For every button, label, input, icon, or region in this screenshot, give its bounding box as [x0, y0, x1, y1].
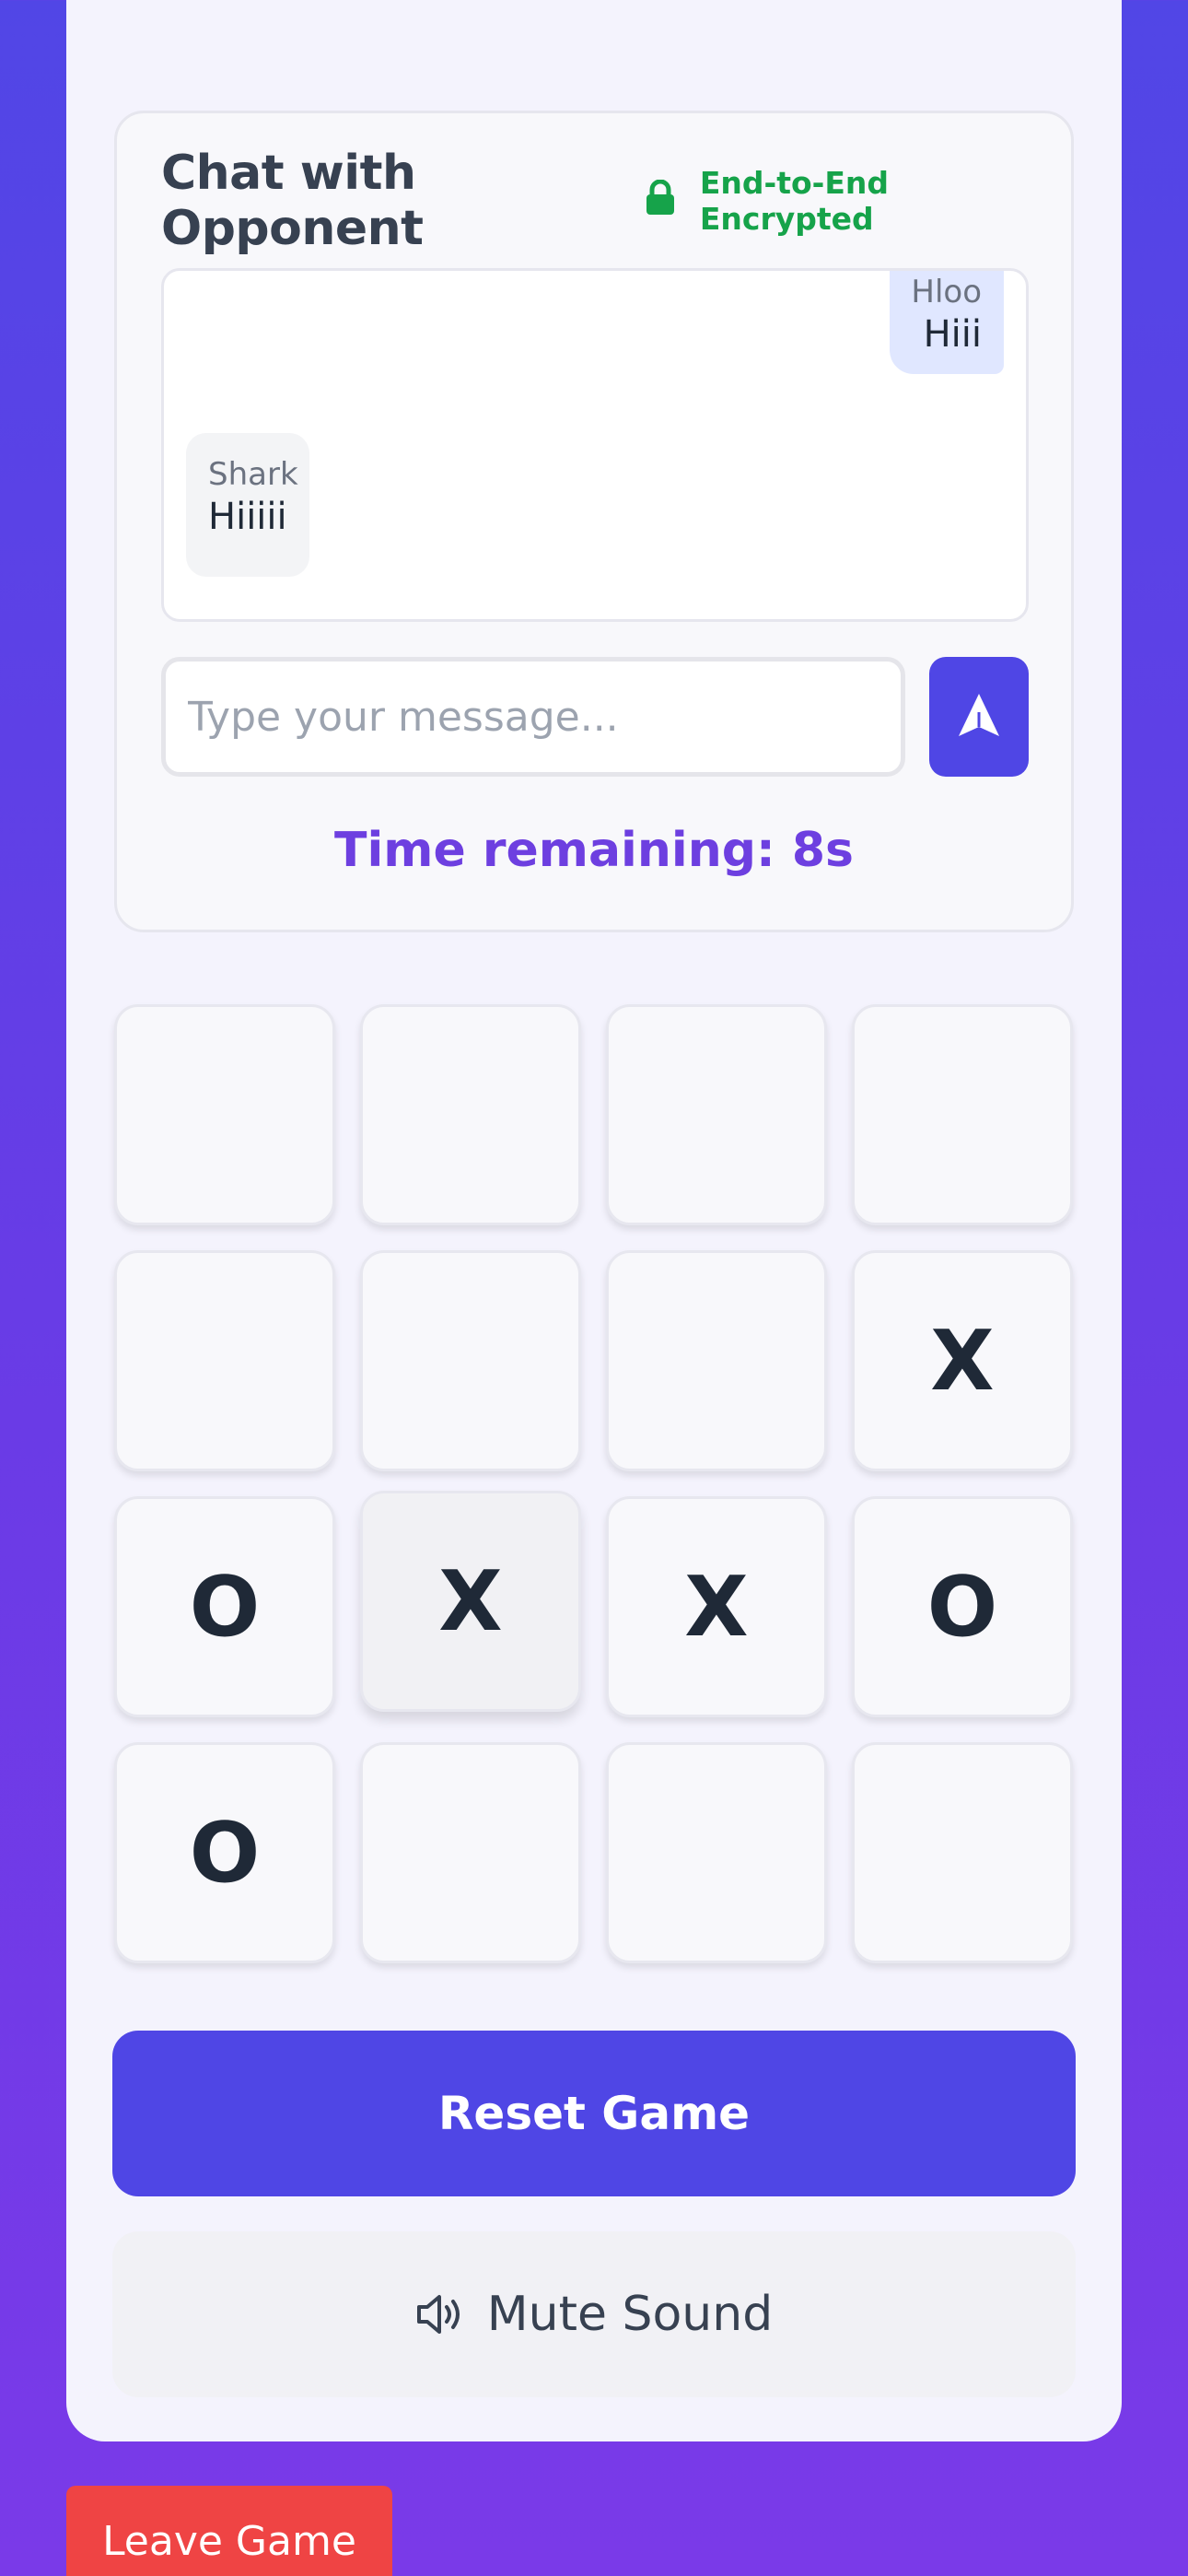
speaker-icon [415, 2293, 465, 2336]
board-cell[interactable]: X [606, 1496, 827, 1717]
chat-panel: Chat with Opponent End-to-End Encrypted … [114, 111, 1074, 932]
leave-game-button[interactable]: Leave Game [66, 2486, 392, 2576]
board-cell[interactable]: X [852, 1250, 1073, 1471]
message-list[interactable]: Hloo Hiii Shark Hiiiii [161, 268, 1029, 622]
board-cell[interactable] [114, 1250, 335, 1471]
lock-icon [645, 180, 676, 217]
mute-sound-button[interactable]: Mute Sound [112, 2231, 1076, 2397]
message-username: Shark [208, 456, 298, 493]
board-cell[interactable] [606, 1742, 827, 1963]
board-cell[interactable]: O [114, 1742, 335, 1963]
message-input[interactable] [161, 657, 905, 777]
message-bubble-opponent: Shark Hiiiii [186, 433, 309, 577]
board-cell[interactable] [360, 1742, 581, 1963]
chat-header: Chat with Opponent End-to-End Encrypted [161, 146, 1027, 256]
board-cell[interactable]: O [852, 1496, 1073, 1717]
mute-sound-label: Mute Sound [486, 2287, 774, 2342]
encryption-label: End-to-End Encrypted [699, 165, 890, 237]
game-board: X O X X O O [114, 1004, 1076, 1966]
board-cell[interactable] [360, 1004, 581, 1225]
message-input-row [161, 657, 1029, 777]
message-text: Hiii [923, 313, 982, 357]
board-cell[interactable] [360, 1250, 581, 1471]
send-button[interactable] [929, 657, 1029, 777]
turn-timer: Time remaining: 8s [334, 823, 854, 878]
chat-title: Chat with Opponent [161, 146, 424, 256]
game-card: Chat with Opponent End-to-End Encrypted … [66, 0, 1122, 2441]
message-text: Hiiiii [208, 496, 287, 539]
reset-game-button[interactable]: Reset Game [112, 2031, 1076, 2196]
send-icon [957, 692, 1001, 743]
board-cell[interactable]: X [360, 1491, 581, 1712]
board-cell[interactable]: O [114, 1496, 335, 1717]
board-cell[interactable] [114, 1004, 335, 1225]
board-cell[interactable] [606, 1250, 827, 1471]
board-cell[interactable] [852, 1742, 1073, 1963]
board-cell[interactable] [606, 1004, 827, 1225]
message-username: Hloo [911, 274, 982, 310]
message-bubble-mine: Hloo Hiii [890, 271, 1004, 374]
board-cell[interactable] [852, 1004, 1073, 1225]
